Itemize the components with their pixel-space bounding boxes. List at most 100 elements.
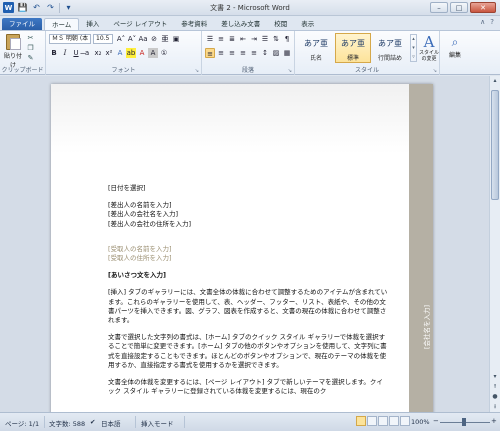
sidebar-band (409, 84, 433, 412)
ruby-icon[interactable]: 亜 (160, 34, 170, 44)
body-paragraph[interactable]: 文書で選択した文字列の書式は、[ホーム] タブのクイック スタイル ギャラリーで… (108, 333, 388, 370)
font-size-box[interactable]: 10.5 (93, 34, 113, 44)
style-name[interactable]: あア亜 氏名 (298, 33, 334, 63)
scroll-up-icon[interactable]: ▴ (490, 76, 500, 86)
body-paragraph[interactable]: 文書全体の体裁を変更するには、[ページ レイアウト] タブで新しいテーマを選択し… (108, 378, 388, 396)
bold-button[interactable]: B (49, 48, 59, 58)
decrease-indent-icon[interactable]: ⇤ (238, 34, 248, 44)
tab-references[interactable]: 参考資料 (174, 18, 214, 30)
next-page-icon[interactable]: ⭳ (490, 402, 500, 412)
company-name-placeholder[interactable]: [会社名を入力] (421, 305, 431, 349)
scroll-thumb[interactable] (491, 90, 499, 200)
sender-company-placeholder[interactable]: [差出人の会社名を入力] (108, 210, 388, 219)
change-styles-icon: A (423, 33, 435, 51)
tab-mailings[interactable]: 差し込み文書 (214, 18, 267, 30)
styles-launcher-icon[interactable]: ↘ (433, 68, 437, 74)
borders-icon[interactable]: ▦ (282, 48, 292, 58)
multilevel-list-icon[interactable]: ≣ (227, 34, 237, 44)
copy-icon[interactable]: ❐ (26, 44, 35, 52)
align-right-icon[interactable]: ≡ (227, 48, 237, 58)
full-screen-view-icon[interactable] (367, 416, 377, 426)
document-area[interactable]: [会社名を入力] [日付を選択] [差出人の名前を入力] [差出人の会社名を入力… (0, 76, 489, 412)
help-icon[interactable]: ? (490, 18, 494, 26)
recipient-name-placeholder[interactable]: [受取人の名前を入力] (108, 245, 388, 254)
zoom-out-button[interactable]: − (433, 417, 439, 425)
font-group-label: フォント (111, 67, 136, 74)
font-color-icon[interactable]: A (137, 48, 147, 58)
print-layout-view-icon[interactable] (356, 416, 366, 426)
document-body[interactable]: [日付を選択] [差出人の名前を入力] [差出人の会社名を入力] [差出人の会社… (108, 184, 388, 396)
strikethrough-icon[interactable]: ̶a (82, 48, 92, 58)
align-center-icon[interactable]: ≡ (216, 48, 226, 58)
minimize-button[interactable]: – (430, 2, 448, 13)
tab-view[interactable]: 表示 (294, 18, 321, 30)
styles-scroll[interactable]: ▴ ▾ ▿ (410, 34, 417, 62)
sort-icon[interactable]: ⇅ (271, 34, 281, 44)
increase-indent-icon[interactable]: ⇥ (249, 34, 259, 44)
zoom-level[interactable]: 100% (411, 418, 430, 426)
subscript-icon[interactable]: x₂ (93, 48, 103, 58)
shrink-font-icon[interactable]: A˅ (127, 34, 137, 44)
clear-format-icon[interactable]: ⊘ (149, 34, 159, 44)
format-painter-icon[interactable]: ✎ (26, 54, 35, 62)
grow-font-icon[interactable]: A˄ (116, 34, 126, 44)
distributed-icon[interactable]: ≡ (249, 48, 259, 58)
tab-review[interactable]: 校閲 (267, 18, 294, 30)
web-layout-view-icon[interactable] (378, 416, 388, 426)
zoom-in-button[interactable]: + (491, 417, 497, 425)
minimize-ribbon-icon[interactable]: ∧ (480, 18, 485, 26)
insert-mode[interactable]: 挿入モード (141, 418, 174, 428)
tab-file[interactable]: ファイル (2, 18, 42, 30)
proofing-icon[interactable]: ✔ (90, 418, 95, 426)
word-count[interactable]: 文字数: 588 (49, 418, 85, 428)
bullets-icon[interactable]: ☰ (205, 34, 215, 44)
cut-icon[interactable]: ✂ (26, 34, 35, 42)
previous-page-icon[interactable]: ⭱ (490, 382, 500, 392)
font-launcher-icon[interactable]: ↘ (195, 68, 199, 74)
vertical-scrollbar[interactable]: ▴ ▾ ⭱ ● ⭳ (489, 76, 500, 412)
editing-button[interactable]: ⌕ 編集 (443, 34, 467, 59)
border-char-icon[interactable]: ▣ (171, 34, 181, 44)
style-normal[interactable]: あア亜 標準 (335, 33, 371, 63)
enclose-char-icon[interactable]: ① (159, 48, 169, 58)
line-spacing-icon[interactable]: ↕ (260, 48, 270, 58)
italic-button[interactable]: I (60, 48, 70, 58)
maximize-button[interactable]: □ (450, 2, 468, 13)
language[interactable]: 日本語 (101, 418, 121, 428)
close-button[interactable]: ✕ (470, 2, 496, 13)
recipient-address-placeholder[interactable]: [受取人の住所を入力] (108, 254, 388, 263)
underline-button[interactable]: U (71, 48, 81, 58)
char-shading-icon[interactable]: A (148, 48, 158, 58)
date-placeholder[interactable]: [日付を選択] (108, 184, 388, 193)
change-case-icon[interactable]: Aa (138, 34, 148, 44)
highlight-icon[interactable]: ab (126, 48, 136, 58)
document-page[interactable]: [会社名を入力] [日付を選択] [差出人の名前を入力] [差出人の会社名を入力… (51, 84, 433, 412)
tab-page-layout[interactable]: ページ レイアウト (106, 18, 174, 30)
shading-icon[interactable]: ▨ (271, 48, 281, 58)
align-left-icon[interactable]: ≡ (205, 48, 215, 58)
body-paragraph[interactable]: [挿入] タブのギャラリーには、文書全体の体裁に合わせて調整するためのアイテムが… (108, 288, 388, 325)
superscript-icon[interactable]: x² (104, 48, 114, 58)
status-separator (184, 416, 185, 428)
show-marks-icon[interactable]: ¶ (282, 34, 292, 44)
style-no-spacing[interactable]: あア亜 行間詰め (372, 33, 408, 63)
paste-button[interactable]: 貼り付け (3, 34, 23, 69)
font-name-box[interactable]: ＭＳ 明朝 (本 (49, 34, 91, 44)
page-count[interactable]: ページ: 1/1 (5, 418, 39, 428)
greeting-placeholder[interactable]: [あいさつ文を入力] (108, 271, 388, 280)
browse-object-icon[interactable]: ● (490, 392, 500, 402)
sender-address-placeholder[interactable]: [差出人の会社の住所を入力] (108, 220, 388, 229)
change-styles-button[interactable]: A スタイルの変更 (418, 34, 440, 62)
asian-layout-icon[interactable]: ☰ (260, 34, 270, 44)
zoom-slider-thumb[interactable] (462, 418, 466, 426)
font-size-tools: A˄ A˅ Aa ⊘ 亜 ▣ (116, 34, 181, 44)
numbering-icon[interactable]: ≡ (216, 34, 226, 44)
tab-insert[interactable]: 挿入 (79, 18, 106, 30)
justify-icon[interactable]: ≡ (238, 48, 248, 58)
outline-view-icon[interactable] (389, 416, 399, 426)
scroll-down-icon[interactable]: ▾ (490, 372, 500, 382)
draft-view-icon[interactable] (400, 416, 410, 426)
tab-home[interactable]: ホーム (44, 18, 80, 30)
text-effects-icon[interactable]: A (115, 48, 125, 58)
paragraph-launcher-icon[interactable]: ↘ (288, 68, 292, 74)
